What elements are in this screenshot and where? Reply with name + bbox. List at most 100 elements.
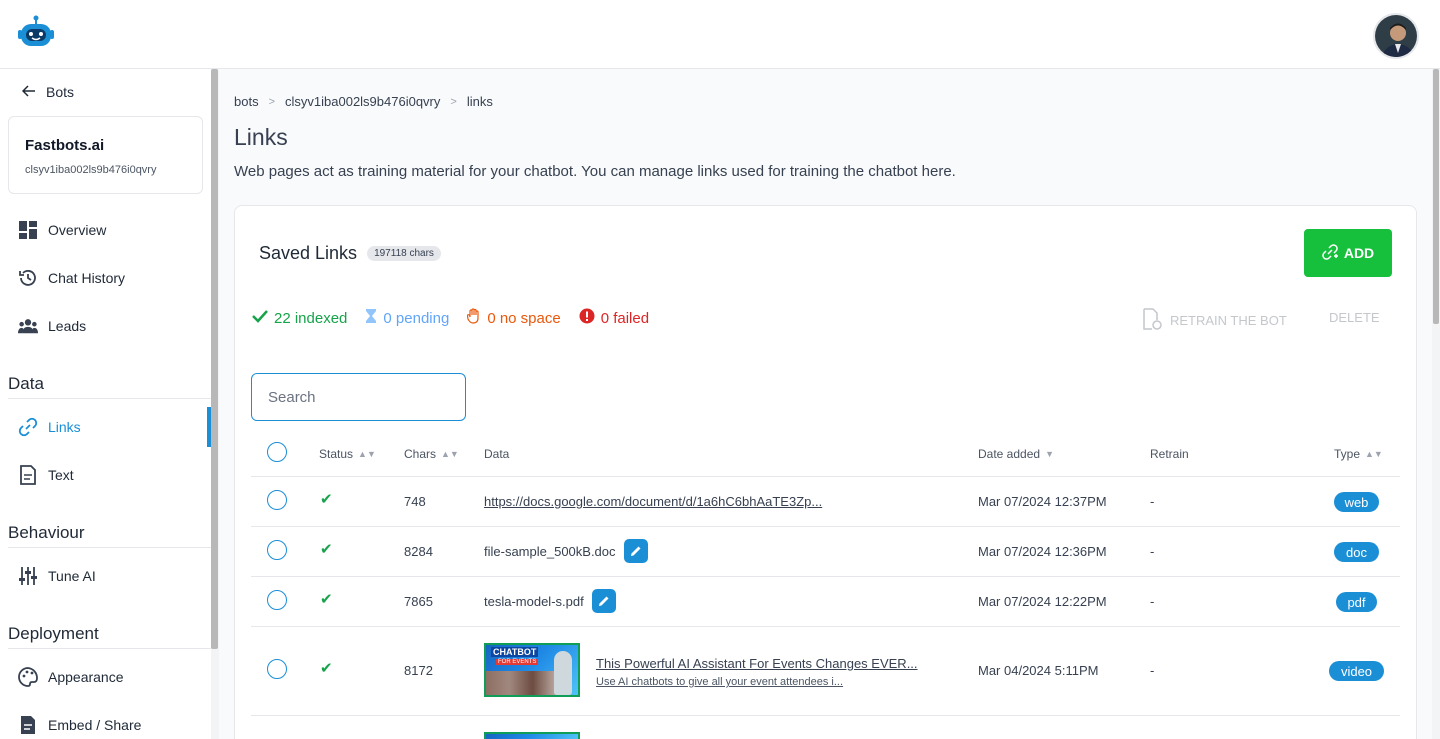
sidebar-item-embed-share[interactable]: Embed / Share [18,713,141,737]
edit-button[interactable] [591,589,616,613]
row-data: file-sample_500kB.doc [484,539,648,563]
column-type[interactable]: Type ▲▼ [1334,447,1383,461]
row-checkbox[interactable] [267,490,287,510]
bot-name: Fastbots.ai [25,137,105,154]
row-video-subtitle[interactable]: Use AI chatbots to give all your event a… [596,676,843,688]
row-data-link[interactable]: https://docs.google.com/document/d/1a6hC… [484,494,822,509]
sliders-icon [18,566,38,586]
sidebar-item-links[interactable]: Links [18,415,81,439]
row-divider [251,626,1400,627]
row-divider [251,526,1400,527]
back-to-bots-link[interactable]: Bots [21,84,74,100]
header-divider [251,476,1400,477]
page-description: Web pages act as training material for y… [234,163,956,180]
column-chars[interactable]: Chars ▲▼ [404,447,459,461]
status-check-icon: ✔ [320,491,333,508]
link-icon [18,417,38,437]
row-date: Mar 07/2024 12:37PM [978,494,1107,509]
thumbnail-subtitle: FOR EVENTS [496,659,539,665]
row-video-title-link[interactable]: This Powerful AI Assistant For Events Ch… [596,656,918,671]
row-retrain: - [1150,663,1155,678]
row-data-filename: file-sample_500kB.doc [484,543,616,559]
top-bar [0,0,1440,69]
sidebar-item-label: Links [48,419,81,435]
sidebar-scrollbar[interactable] [211,69,219,739]
video-thumbnail[interactable]: CHATBOT FOR EVENTS [484,643,580,697]
bot-card: Fastbots.ai clsyv1iba002ls9b476i0qvry [8,116,203,194]
page-scrollbar-thumb[interactable] [1433,69,1439,324]
add-link-button[interactable]: ADD [1304,229,1392,277]
document-icon [18,465,38,485]
type-badge: video [1329,661,1384,681]
row-chars: 7865 [404,594,433,609]
section-data-title: Data [8,374,211,399]
sort-icon: ▲▼ [441,449,459,459]
video-thumbnail[interactable] [484,732,580,739]
row-checkbox[interactable] [267,659,287,679]
chars-badge: 197118 chars [367,246,441,261]
saved-links-title: Saved Links [259,243,358,263]
pencil-icon [630,546,641,556]
sidebar-item-leads[interactable]: Leads [18,314,86,338]
row-date: Mar 07/2024 12:36PM [978,544,1107,559]
sidebar-item-text[interactable]: Text [18,463,74,487]
status-summary: 22 indexed 0 pending 0 no space 0 failed [252,308,649,328]
pending-stat[interactable]: 0 pending [365,308,449,328]
grid-icon [18,220,38,240]
breadcrumb-bot-id[interactable]: clsyv1iba002ls9b476i0qvry [285,94,440,109]
no-space-stat[interactable]: 0 no space [467,308,561,328]
status-check-icon: ✔ [320,660,333,677]
sidebar-item-tune-ai[interactable]: Tune AI [18,564,96,588]
thumbnail-title: CHATBOT [491,647,539,657]
sidebar-scrollbar-thumb[interactable] [211,69,218,649]
delete-button[interactable]: DELETE [1329,310,1380,325]
row-date: Mar 07/2024 12:22PM [978,594,1107,609]
breadcrumb-bots[interactable]: bots [234,94,259,109]
retrain-bot-button[interactable]: RETRAIN THE BOT [1142,308,1287,333]
failed-stat[interactable]: 0 failed [579,308,649,328]
chevron-right-icon: > [450,95,457,108]
pencil-icon [598,596,609,606]
sidebar-item-label: Appearance [48,669,124,685]
breadcrumb: bots > clsyv1iba002ls9b476i0qvry > links [234,94,493,109]
sort-icon: ▲▼ [358,449,376,459]
row-retrain: - [1150,494,1155,509]
select-all-checkbox[interactable] [267,442,287,462]
row-retrain: - [1150,594,1155,609]
status-check-icon: ✔ [320,591,333,608]
sidebar-item-label: Overview [48,222,107,238]
row-divider [251,576,1400,577]
arrow-left-icon [21,84,36,100]
sort-icon: ▲▼ [1365,449,1383,459]
add-label: ADD [1343,245,1375,261]
user-avatar[interactable] [1373,13,1419,59]
add-link-icon [1322,243,1338,263]
indexed-stat[interactable]: 22 indexed [252,309,347,327]
row-retrain: - [1150,544,1155,559]
sidebar-item-overview[interactable]: Overview [18,218,106,242]
sidebar-item-label: Tune AI [48,568,96,584]
breadcrumb-links: links [466,94,493,109]
edit-button[interactable] [623,539,648,563]
row-chars: 8284 [404,544,433,559]
row-checkbox[interactable] [267,590,287,610]
sidebar-item-label: Text [48,467,74,483]
section-deployment-title: Deployment [8,624,211,649]
saved-links-header: Saved Links 197118 chars [259,243,441,264]
column-date-added[interactable]: Date added ▼ [978,447,1054,461]
page-title: Links [234,124,288,150]
fastbots-logo-icon[interactable] [18,14,54,50]
column-status[interactable]: Status ▲▼ [319,447,376,461]
history-icon [18,268,38,288]
row-divider [251,715,1400,716]
active-indicator [207,407,211,447]
search-input[interactable] [251,373,466,421]
sidebar-item-chat-history[interactable]: Chat History [18,266,125,290]
page-scrollbar[interactable] [1432,69,1440,739]
bot-id: clsyv1iba002ls9b476i0qvry [25,164,157,176]
column-data: Data [484,447,510,461]
row-checkbox[interactable] [267,540,287,560]
chevron-right-icon: > [268,95,276,108]
sidebar-item-appearance[interactable]: Appearance [18,665,124,689]
status-check-icon: ✔ [320,541,333,558]
